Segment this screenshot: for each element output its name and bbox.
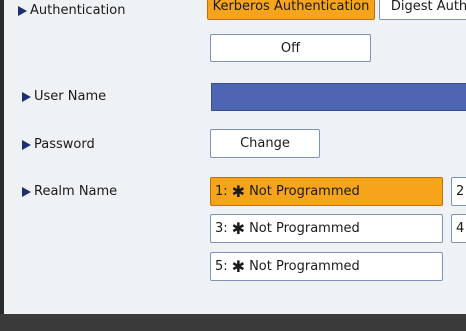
digest-auth-button[interactable]: Digest Auth [379,0,466,20]
triangle-icon [22,186,31,197]
user-name-label: User Name [22,89,106,104]
password-label: Password [22,137,95,152]
realm-name-label: Realm Name [22,184,117,199]
password-change-button[interactable]: Change [210,129,320,158]
asterisk-icon: ✱ [231,219,246,238]
triangle-icon [18,5,27,16]
asterisk-icon: ✱ [231,182,246,201]
realm-2-button[interactable]: 2 [451,177,466,206]
realm-4-button[interactable]: 4 [451,214,466,243]
triangle-icon [22,91,31,102]
realm-5-button[interactable]: 5: ✱ Not Programmed [210,252,443,281]
asterisk-icon: ✱ [231,257,246,276]
realm-3-button[interactable]: 3: ✱ Not Programmed [210,214,443,243]
triangle-icon [22,139,31,150]
realm-1-button[interactable]: 1: ✱ Not Programmed [210,177,443,206]
footer-bar [0,314,466,331]
authentication-label: Authentication [18,3,125,18]
off-button[interactable]: Off [210,34,371,62]
kerberos-auth-button[interactable]: Kerberos Authentication [207,0,375,20]
settings-panel: Authentication Kerberos Authentication D… [4,0,466,314]
user-name-field[interactable] [211,83,466,111]
